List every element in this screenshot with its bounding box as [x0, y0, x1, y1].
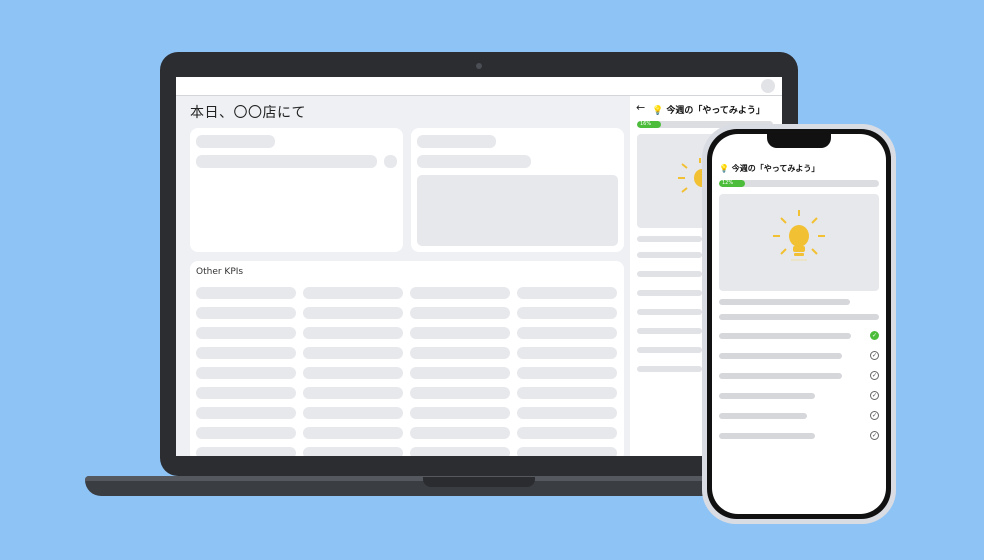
kpi-cell — [196, 347, 296, 359]
check-circle-icon[interactable]: ✓ — [870, 411, 879, 420]
skeleton-line — [637, 328, 702, 334]
kpi-cell — [517, 447, 617, 456]
check-circle-icon[interactable]: ✓ — [870, 371, 879, 380]
kpi-cell — [410, 287, 510, 299]
laptop-screen: 本日、〇〇店にて Other KPIs 16% ← 💡 今週の「やってみよう」 — [176, 77, 782, 456]
skeleton-line — [719, 299, 850, 305]
phone-notch — [767, 134, 831, 148]
task-item[interactable] — [719, 353, 842, 359]
kpi-cell — [517, 427, 617, 439]
kpi-cell — [410, 387, 510, 399]
kpi-cell — [303, 407, 403, 419]
avatar[interactable] — [761, 79, 775, 93]
skeleton-line — [637, 290, 702, 296]
laptop-camera — [476, 63, 482, 69]
phone-progress-bar: 12% — [719, 180, 879, 187]
phone-screen: 💡 今週の「やってみよう」 12% ✓ ✓ ✓ ✓ ✓ ✓ — [712, 134, 886, 514]
kpi-cell — [410, 427, 510, 439]
kpi-cell — [303, 367, 403, 379]
kpi-cell — [196, 287, 296, 299]
kpi-cell — [303, 287, 403, 299]
task-item[interactable] — [719, 413, 807, 419]
check-circle-icon[interactable]: ✓ — [870, 391, 879, 400]
task-item[interactable] — [719, 393, 815, 399]
kpi-cell — [517, 347, 617, 359]
kpi-section-title: Other KPIs — [196, 267, 244, 277]
kpi-cell — [303, 387, 403, 399]
chart-card — [411, 128, 624, 252]
task-item[interactable] — [719, 333, 851, 339]
kpi-cell — [196, 327, 296, 339]
check-circle-icon[interactable]: ✓ — [870, 351, 879, 360]
skeleton-line — [637, 366, 702, 372]
kpi-cell — [410, 307, 510, 319]
lightbulb-icon — [773, 210, 825, 261]
kpi-cell — [196, 427, 296, 439]
skeleton-line — [637, 271, 702, 277]
kpi-cell — [517, 307, 617, 319]
kpi-cell — [196, 307, 296, 319]
skeleton-dot — [384, 155, 397, 168]
kpi-cell — [303, 447, 403, 456]
kpi-cell — [410, 347, 510, 359]
progress-fill: 16% — [637, 121, 662, 128]
kpi-cell — [196, 407, 296, 419]
kpi-cell — [517, 387, 617, 399]
summary-card — [190, 128, 403, 252]
kpi-cell — [303, 307, 403, 319]
kpi-cell — [196, 447, 296, 456]
kpi-cell — [196, 387, 296, 399]
skeleton-chart — [417, 175, 618, 246]
skeleton-line — [196, 135, 275, 148]
kpi-cell — [517, 407, 617, 419]
panel-title: 💡 今週の「やってみよう」 — [652, 106, 765, 116]
laptop-notch — [423, 477, 535, 487]
skeleton-line — [719, 314, 879, 320]
skeleton-line — [637, 309, 702, 315]
kpi-cell — [410, 407, 510, 419]
skeleton-line — [417, 155, 531, 168]
skeleton-line — [637, 252, 702, 258]
kpi-cell — [517, 367, 617, 379]
skeleton-line — [417, 135, 496, 148]
kpi-cell — [410, 327, 510, 339]
app-header — [176, 77, 782, 96]
kpi-cell — [196, 367, 296, 379]
phone-challenge-image — [719, 194, 879, 291]
kpi-cell — [303, 347, 403, 359]
back-arrow-icon[interactable]: ← — [636, 101, 645, 114]
kpi-cell — [303, 427, 403, 439]
task-item[interactable] — [719, 373, 842, 379]
skeleton-line — [637, 347, 702, 353]
phone-title: 💡 今週の「やってみよう」 — [719, 164, 820, 173]
kpi-cell — [517, 327, 617, 339]
kpi-cell — [410, 447, 510, 456]
check-circle-icon[interactable]: ✓ — [870, 331, 879, 340]
kpi-cell — [410, 367, 510, 379]
phone-progress-fill: 12% — [719, 180, 745, 187]
kpi-cell — [517, 287, 617, 299]
page-title: 本日、〇〇店にて — [190, 105, 306, 121]
skeleton-line — [196, 155, 377, 168]
skeleton-line — [637, 236, 702, 242]
task-item[interactable] — [719, 433, 815, 439]
check-circle-icon[interactable]: ✓ — [870, 431, 879, 440]
kpi-cell — [303, 327, 403, 339]
